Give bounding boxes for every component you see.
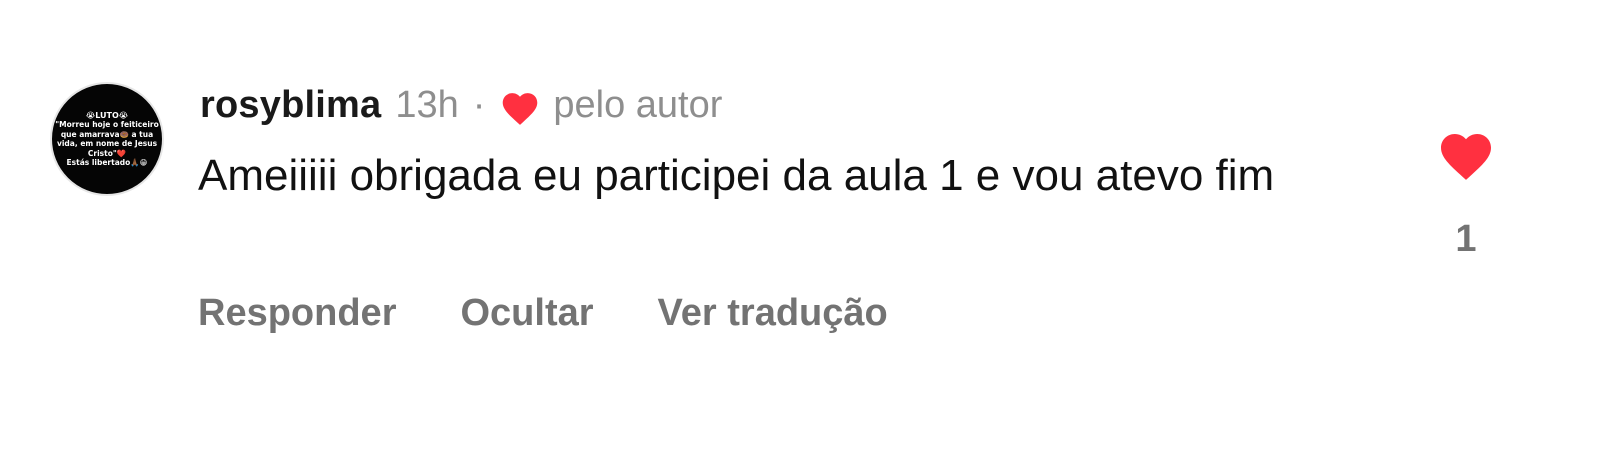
avatar[interactable]: 😭LUTO😭 "Morreu hoje o feiticeiro que ama… [50,82,164,196]
comment-header: rosyblima 13h · pelo autor [200,80,722,130]
avatar-text-line: vida, em nome de Jesus [56,139,158,148]
heart-filled-icon [503,93,538,125]
like-count: 1 [1455,218,1477,260]
avatar-text-line: Estás libertado🙏🏾😁 [66,158,148,167]
avatar-text-line: 😭LUTO😭 [85,110,129,120]
avatar-text-line: Cristo"❤️ [87,148,127,158]
avatar-text-line: "Morreu hoje o feiticeiro [55,120,159,129]
like-button[interactable] [1436,126,1496,182]
separator-dot: · [472,83,486,126]
translate-button[interactable]: Ver tradução [658,292,888,335]
hide-button[interactable]: Ocultar [460,292,593,335]
comment-text: Ameiiiii obrigada eu participei da aula … [198,151,1275,200]
avatar-text-line: que amarrava🍩 a tua [60,129,154,139]
liked-by-author-label: pelo autor [553,83,723,126]
timestamp: 13h [395,83,459,126]
username-link[interactable]: rosyblima [200,84,381,127]
reply-button[interactable]: Responder [198,292,396,335]
comment-actions: Responder Ocultar Ver tradução [198,292,952,335]
comment: 😭LUTO😭 "Morreu hoje o feiticeiro que ama… [0,0,1600,449]
heart-filled-icon [1441,134,1491,180]
